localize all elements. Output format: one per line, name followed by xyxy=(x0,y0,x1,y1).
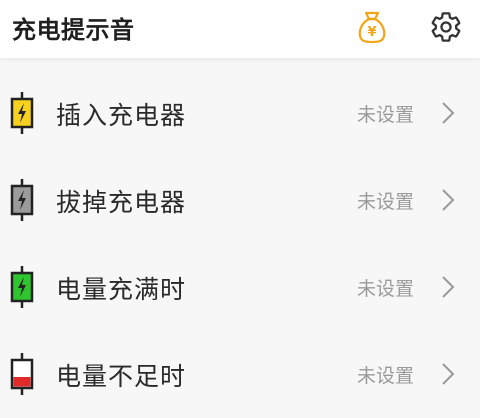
list-item-fully-charged[interactable]: 电量充满时 未设置 xyxy=(0,244,480,331)
battery-charging-icon xyxy=(10,92,34,134)
list-item-value: 未设置 xyxy=(356,191,414,213)
list-item-value: 未设置 xyxy=(356,104,414,126)
money-bag-icon: ¥ xyxy=(358,11,386,44)
chevron-right-icon xyxy=(442,189,455,211)
settings-button[interactable] xyxy=(426,7,466,47)
chevron-right-icon xyxy=(442,102,455,124)
money-bag-button[interactable]: ¥ xyxy=(352,7,392,47)
list-item-label: 插入充电器 xyxy=(56,101,187,130)
list-item-value: 未设置 xyxy=(356,365,414,387)
list-item-label: 拔掉充电器 xyxy=(56,188,187,217)
page-title: 充电提示音 xyxy=(12,16,135,44)
app-header: 充电提示音 ¥ xyxy=(0,0,480,58)
list-item-plug-in[interactable]: 插入充电器 未设置 xyxy=(0,70,480,157)
list-item-low-battery[interactable]: 电量不足时 未设置 xyxy=(0,331,480,418)
ringtone-list: 插入充电器 未设置 拔掉充电器 未设置 电量充满时 未设置 电量不足时 未设置 xyxy=(0,70,480,418)
list-item-label: 电量不足时 xyxy=(56,362,187,391)
chevron-right-icon xyxy=(442,363,455,385)
list-item-unplug[interactable]: 拔掉充电器 未设置 xyxy=(0,157,480,244)
list-item-value: 未设置 xyxy=(356,278,414,300)
battery-full-icon xyxy=(10,266,34,308)
battery-low-icon xyxy=(10,353,34,395)
battery-unplugged-icon xyxy=(10,179,34,221)
yen-symbol: ¥ xyxy=(367,25,376,40)
chevron-right-icon xyxy=(442,276,455,298)
list-item-label: 电量充满时 xyxy=(56,275,187,304)
gear-icon xyxy=(431,12,461,42)
